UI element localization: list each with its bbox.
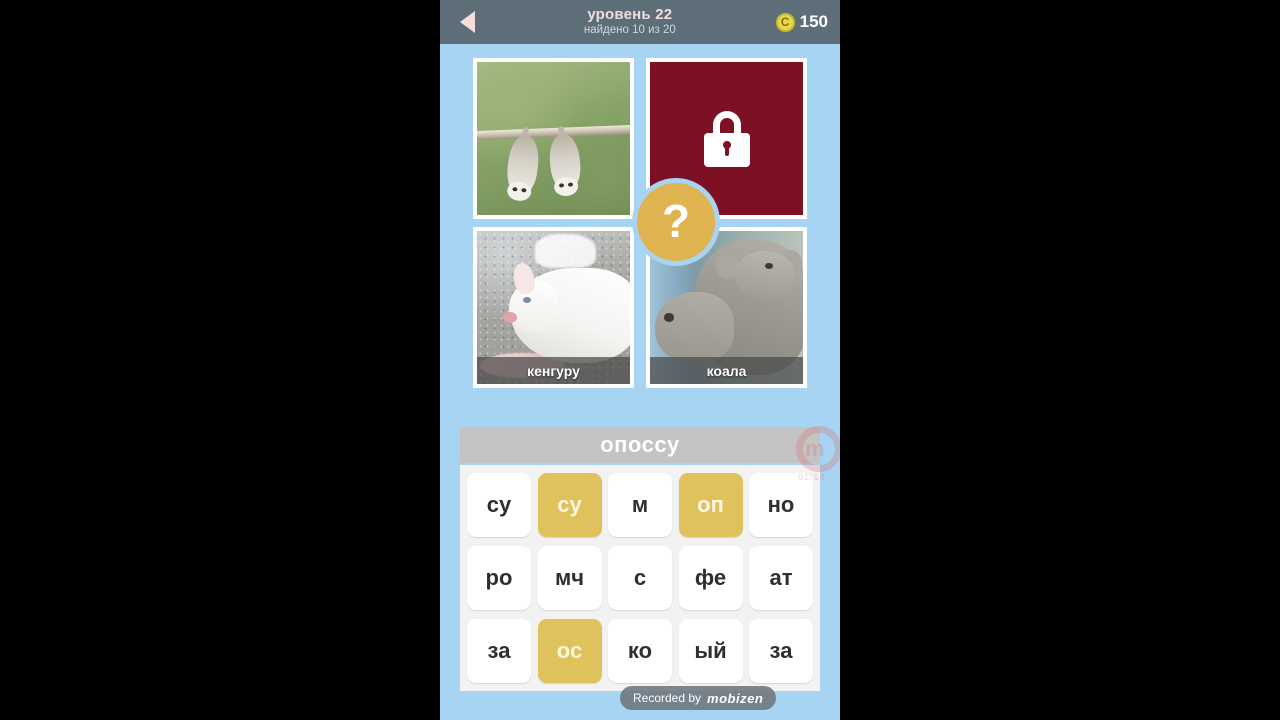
- syllable-tile[interactable]: ый: [678, 619, 743, 683]
- syllable-tile[interactable]: м: [608, 473, 672, 537]
- kangaroo-snout: [503, 312, 517, 323]
- opossum-body: [548, 125, 583, 197]
- syllable-tile[interactable]: фе: [678, 546, 743, 610]
- koala-joey-nose: [664, 313, 674, 322]
- coin-count: 150: [799, 12, 828, 31]
- back-button[interactable]: [440, 0, 494, 44]
- recording-brand: mobizen: [707, 690, 764, 706]
- keyboard-row: ро мч с фе ат: [467, 546, 813, 610]
- kangaroo-eye: [522, 296, 531, 303]
- koala-joey-body: [654, 292, 735, 363]
- syllable-keyboard: су су м оп но ро мч с фе ат за ос ко ый …: [460, 465, 820, 691]
- recording-label: Recorded by: [633, 691, 702, 705]
- coin-icon: C: [775, 12, 795, 32]
- opossum-tail: [521, 127, 529, 142]
- recording-watermark: Recorded by mobizen: [620, 686, 777, 710]
- opossum-photo: [477, 62, 630, 215]
- grid-cell-opossum[interactable]: [473, 58, 634, 219]
- syllable-tile[interactable]: ро: [467, 546, 531, 610]
- syllable-tile[interactable]: мч: [537, 546, 602, 610]
- kangaroo-photo: кенгуру: [477, 231, 630, 384]
- keyboard-row: су су м оп но: [467, 473, 813, 537]
- branch-shape: [477, 124, 630, 140]
- syllable-tile[interactable]: с: [608, 546, 672, 610]
- syllable-tile[interactable]: су: [467, 473, 531, 537]
- photo-caption: коала: [650, 357, 803, 384]
- hint-button[interactable]: ?: [632, 178, 720, 266]
- lock-keyhole: [722, 140, 731, 156]
- syllable-tile[interactable]: за: [749, 619, 813, 683]
- answer-text: опоссу: [600, 432, 680, 457]
- syllable-tile[interactable]: су: [537, 473, 602, 537]
- syllable-tile[interactable]: ко: [608, 619, 672, 683]
- question-mark-icon: ?: [661, 194, 691, 247]
- opossum-head: [553, 175, 580, 197]
- back-arrow-icon: [459, 11, 475, 33]
- syllable-tile[interactable]: ат: [749, 546, 813, 610]
- answer-bar[interactable]: опоссу: [460, 427, 820, 463]
- lock-icon: [703, 110, 750, 167]
- phone-viewport: уровень 22 найдено 10 из 20 C 150 кенгур…: [440, 0, 840, 720]
- coin-counter[interactable]: C 150: [775, 12, 840, 32]
- progress-text: найдено 10 из 20: [583, 24, 676, 37]
- koala-nose: [764, 262, 774, 270]
- grid-cell-kangaroo[interactable]: кенгуру: [473, 227, 634, 388]
- keyboard-row: за ос ко ый за: [467, 619, 813, 683]
- lock-body: [703, 132, 750, 167]
- syllable-tile[interactable]: ос: [537, 619, 602, 683]
- koala-adult-head: [734, 250, 796, 300]
- kangaroo-background-shape: [535, 234, 597, 268]
- opossum-head: [505, 180, 532, 203]
- opossum-body: [504, 127, 541, 203]
- syllable-tile[interactable]: оп: [678, 473, 743, 537]
- app-header: уровень 22 найдено 10 из 20 C 150: [440, 0, 840, 44]
- screen-root: уровень 22 найдено 10 из 20 C 150 кенгур…: [0, 0, 1280, 720]
- syllable-tile[interactable]: но: [749, 473, 813, 537]
- photo-caption: кенгуру: [477, 357, 630, 384]
- page-title: уровень 22: [587, 6, 673, 24]
- syllable-tile[interactable]: за: [467, 619, 531, 683]
- header-title-block: уровень 22 найдено 10 из 20: [494, 7, 776, 37]
